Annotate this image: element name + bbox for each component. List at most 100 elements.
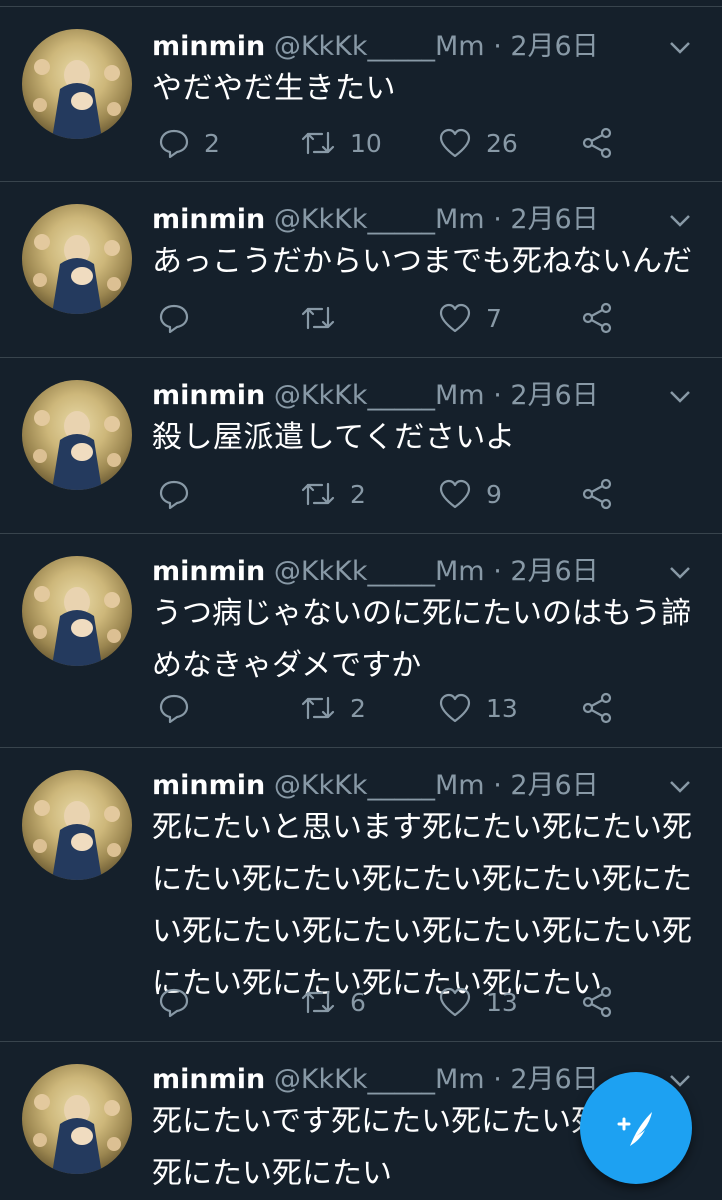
retweet-count: 2 [350, 693, 366, 723]
retweet-count: 6 [350, 987, 366, 1017]
share-button[interactable] [580, 472, 614, 516]
retweet-button[interactable]: 10 [300, 121, 382, 165]
chevron-down-icon[interactable] [666, 554, 694, 590]
heart-icon [439, 479, 471, 509]
heart-icon [439, 303, 471, 333]
share-button[interactable] [580, 686, 614, 730]
retweet-icon [301, 990, 335, 1014]
display-name[interactable]: minmin [152, 556, 265, 587]
tweet-header: minmin @KkKk_____Mm · 2月6日 [152, 376, 702, 416]
like-count: 13 [486, 693, 518, 723]
retweet-count: 2 [350, 479, 366, 509]
tweet-actions: 2 10 26 [150, 121, 702, 165]
compose-tweet-button[interactable] [580, 1072, 692, 1184]
tweet-header: minmin @KkKk_____Mm · 2月6日 [152, 766, 702, 806]
avatar[interactable] [22, 1064, 132, 1174]
chevron-down-icon[interactable] [666, 29, 694, 65]
reply-icon [159, 694, 189, 724]
chevron-down-icon[interactable] [666, 768, 694, 804]
compose-tweet-icon [617, 1112, 652, 1146]
reply-count: 2 [204, 128, 220, 158]
timestamp[interactable]: · 2月6日 [493, 556, 599, 587]
retweet-button[interactable] [300, 296, 350, 340]
avatar[interactable] [22, 556, 132, 666]
tweet-text: うつ病じゃないのに死にたいのはもう諦めなきゃダメですか [152, 596, 692, 683]
handle[interactable]: @KkKk_____Mm [274, 204, 485, 235]
tweet[interactable]: minmin @KkKk_____Mm · 2月6日 やだやだ生きたい 2 10… [0, 7, 722, 182]
tweet[interactable]: minmin @KkKk_____Mm · 2月6日 うつ病じゃないのに死にたい… [0, 534, 722, 748]
timestamp[interactable]: · 2月6日 [493, 204, 599, 235]
like-button[interactable]: 13 [438, 980, 518, 1024]
retweet-button[interactable]: 6 [300, 980, 366, 1024]
handle[interactable]: @KkKk_____Mm [274, 31, 485, 62]
retweet-icon [301, 131, 335, 155]
like-count: 13 [486, 987, 518, 1017]
reply-button[interactable] [158, 296, 204, 340]
share-icon [582, 127, 612, 159]
avatar[interactable] [22, 204, 132, 314]
like-button[interactable]: 26 [438, 121, 518, 165]
reply-button[interactable] [158, 686, 204, 730]
handle[interactable]: @KkKk_____Mm [274, 380, 485, 411]
share-button[interactable] [580, 296, 614, 340]
tweet[interactable]: minmin @KkKk_____Mm · 2月6日 殺し屋派遣してくださいよ … [0, 358, 722, 534]
avatar[interactable] [22, 770, 132, 880]
display-name[interactable]: minmin [152, 1064, 265, 1095]
retweet-icon [301, 482, 335, 506]
tweet[interactable]: minmin @KkKk_____Mm · 2月6日 あっこうだからいつまでも死… [0, 182, 722, 358]
display-name[interactable]: minmin [152, 204, 265, 235]
display-name[interactable]: minmin [152, 31, 265, 62]
avatar[interactable] [22, 29, 132, 139]
chevron-down-icon[interactable] [666, 202, 694, 238]
tweet-actions: 2 13 [150, 686, 702, 730]
display-name[interactable]: minmin [152, 380, 265, 411]
reply-icon [159, 480, 189, 510]
like-button[interactable]: 9 [438, 472, 502, 516]
like-button[interactable]: 7 [438, 296, 502, 340]
reply-icon [159, 988, 189, 1018]
display-name[interactable]: minmin [152, 770, 265, 801]
retweet-icon [301, 696, 335, 720]
tweet-text: やだやだ生きたい [152, 71, 396, 106]
tweet-text: 死にたいと思います死にたい死にたい死にたい死にたい死にたい死にたい死にたい死にた… [152, 810, 692, 1001]
tweet-header: minmin @KkKk_____Mm · 2月6日 [152, 27, 702, 67]
share-icon [582, 692, 612, 724]
heart-icon [439, 128, 471, 158]
share-button[interactable] [580, 121, 614, 165]
reply-icon [159, 129, 189, 159]
timestamp[interactable]: · 2月6日 [493, 380, 599, 411]
share-button[interactable] [580, 980, 614, 1024]
tweet[interactable]: minmin @KkKk_____Mm · 2月6日 死にたいと思います死にたい… [0, 748, 722, 1042]
timestamp[interactable]: · 2月6日 [493, 770, 599, 801]
tweet-header: minmin @KkKk_____Mm · 2月6日 [152, 552, 702, 592]
timestamp[interactable]: · 2月6日 [493, 31, 599, 62]
timestamp[interactable]: · 2月6日 [493, 1064, 599, 1095]
heart-icon [439, 693, 471, 723]
like-count: 26 [486, 128, 518, 158]
reply-icon [159, 304, 189, 334]
chevron-down-icon[interactable] [666, 378, 694, 414]
tweet-actions: 7 [150, 296, 702, 340]
reply-button[interactable] [158, 472, 204, 516]
handle[interactable]: @KkKk_____Mm [274, 556, 485, 587]
like-count: 7 [486, 303, 502, 333]
share-icon [582, 302, 612, 334]
tweet-text: 殺し屋派遣してくださいよ [152, 420, 516, 455]
like-count: 9 [486, 479, 502, 509]
retweet-icon [301, 306, 335, 330]
like-button[interactable]: 13 [438, 686, 518, 730]
reply-button[interactable]: 2 [158, 121, 220, 165]
retweet-button[interactable]: 2 [300, 472, 366, 516]
reply-button[interactable] [158, 980, 204, 1024]
tweet-actions: 6 13 [150, 980, 702, 1024]
tweet-text: あっこうだからいつまでも死ねないんだ [152, 244, 692, 279]
handle[interactable]: @KkKk_____Mm [274, 770, 485, 801]
tweet-actions: 2 9 [150, 472, 702, 516]
top-divider [0, 0, 722, 7]
share-icon [582, 478, 612, 510]
heart-icon [439, 987, 471, 1017]
retweet-button[interactable]: 2 [300, 686, 366, 730]
tweet-header: minmin @KkKk_____Mm · 2月6日 [152, 200, 702, 240]
avatar[interactable] [22, 380, 132, 490]
handle[interactable]: @KkKk_____Mm [274, 1064, 485, 1095]
